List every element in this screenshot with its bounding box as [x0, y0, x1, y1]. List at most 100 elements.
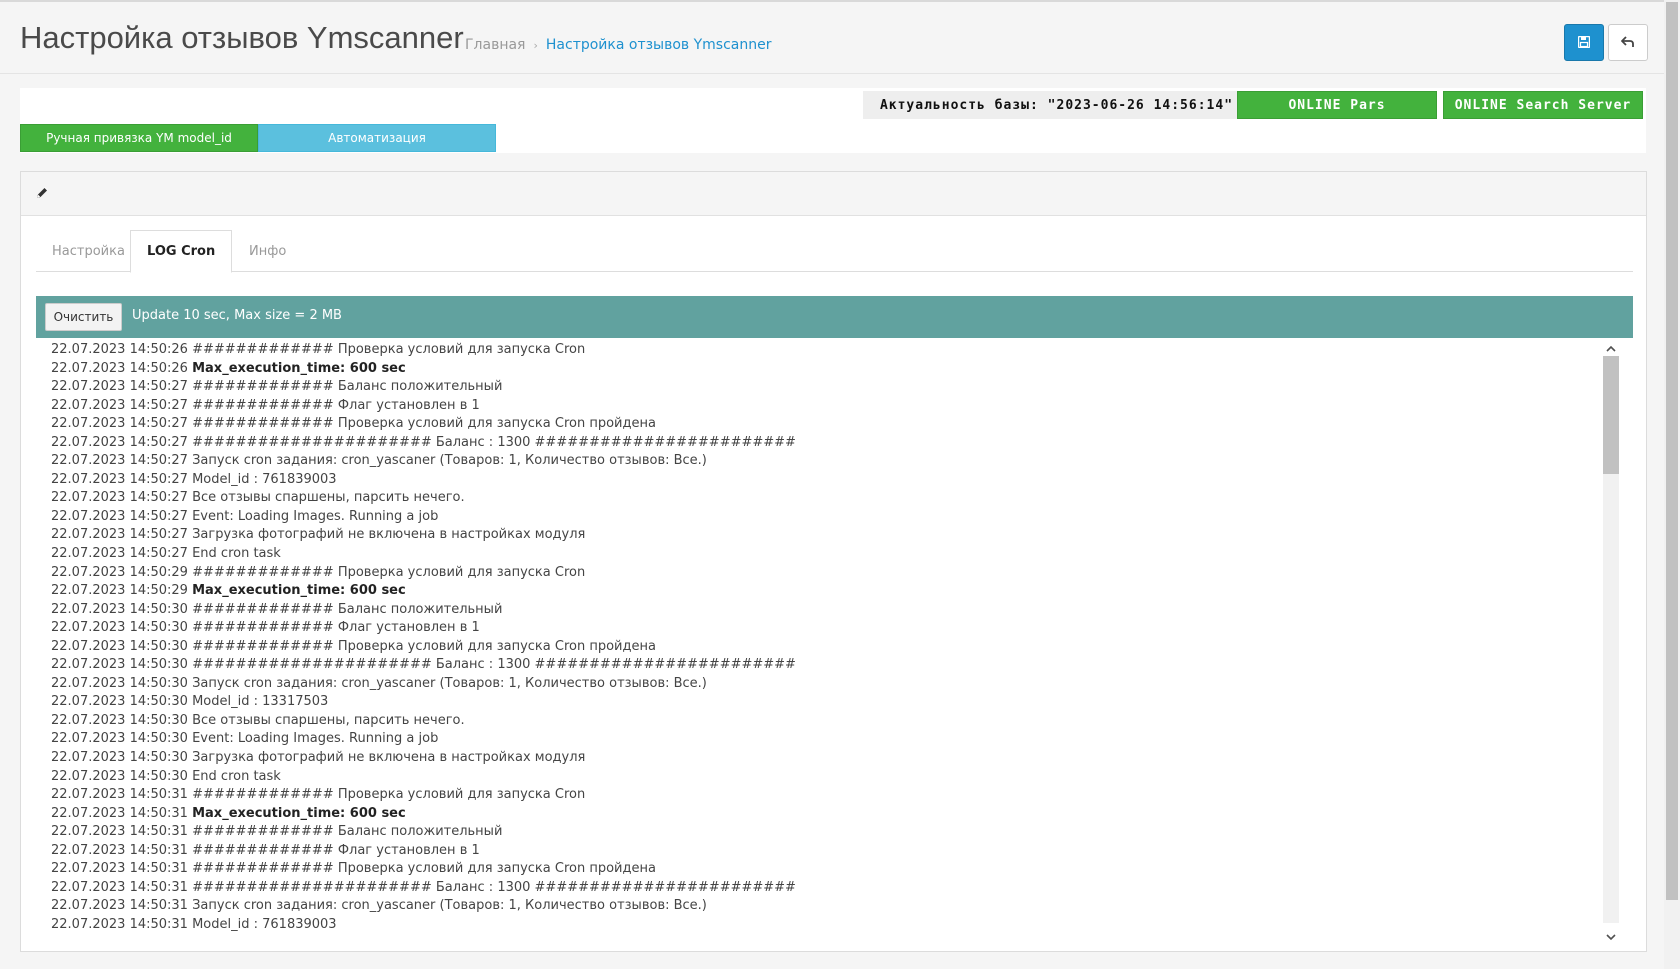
- log-line: 22.07.2023 14:50:27 ############# Флаг у…: [51, 397, 1591, 416]
- log-line-message: Event: Loading Images. Running a job: [192, 508, 439, 524]
- log-line-time: 22.07.2023 14:50:31: [51, 879, 188, 895]
- manual-binding-tab[interactable]: Ручная привязка YM model_id: [20, 124, 258, 152]
- log-line: 22.07.2023 14:50:27 Model_id : 761839003: [51, 471, 1591, 490]
- log-line-time: 22.07.2023 14:50:30: [51, 657, 188, 673]
- clear-log-button[interactable]: Очистить: [45, 303, 122, 331]
- log-line: 22.07.2023 14:50:29 ############# Провер…: [51, 564, 1591, 583]
- log-line-message: Model_id : 13317503: [192, 694, 329, 710]
- page-title: Настройка отзывов Ymscanner: [20, 20, 464, 55]
- log-line-message: Запуск cron задания: cron_yascaner (Това…: [192, 898, 707, 914]
- back-button[interactable]: [1608, 24, 1648, 61]
- log-line: 22.07.2023 14:50:31 ####################…: [51, 879, 1591, 898]
- log-line-message: ############# Баланс положительный: [192, 824, 503, 840]
- log-line: 22.07.2023 14:50:27 Запуск cron задания:…: [51, 452, 1591, 471]
- chevron-down-icon[interactable]: [1605, 928, 1617, 941]
- settings-panel: Настройка LOG Cron Инфо Очистить Update …: [20, 171, 1647, 952]
- log-line-message: Model_id : 761839003: [192, 916, 337, 932]
- log-line-time: 22.07.2023 14:50:27: [51, 527, 188, 543]
- log-line: 22.07.2023 14:50:29 Max_execution_time: …: [51, 582, 1591, 601]
- log-line: 22.07.2023 14:50:30 Запуск cron задания:…: [51, 675, 1591, 694]
- log-line: 22.07.2023 14:50:26 ############# Провер…: [51, 341, 1591, 360]
- pencil-icon: [35, 185, 49, 204]
- log-line: 22.07.2023 14:50:27 Все отзывы спаршены,…: [51, 489, 1591, 508]
- log-line-time: 22.07.2023 14:50:30: [51, 694, 188, 710]
- tab-settings[interactable]: Настройка: [36, 230, 141, 272]
- log-line-time: 22.07.2023 14:50:27: [51, 416, 188, 432]
- status-bar: Актуальность базы: "2023-06-26 14:56:14"…: [20, 88, 1646, 153]
- breadcrumb: Главная › Настройка отзывов Ymscanner: [465, 37, 772, 53]
- log-line: 22.07.2023 14:50:27 ####################…: [51, 434, 1591, 453]
- save-button[interactable]: [1564, 24, 1604, 61]
- log-line-message: Загрузка фотографий не включена в настро…: [192, 750, 586, 766]
- log-line: 22.07.2023 14:50:30 ############# Провер…: [51, 638, 1591, 657]
- log-line-message: Max_execution_time: 600 sec: [192, 360, 406, 376]
- log-line-message: ###################### Баланс : 1300 ###…: [192, 879, 796, 895]
- update-info-text: Update 10 sec, Max size = 2 MB: [132, 308, 342, 323]
- log-line-message: ###################### Баланс : 1300 ###…: [192, 434, 796, 450]
- panel-heading: [21, 172, 1646, 216]
- page-scrollbar[interactable]: [1664, 0, 1680, 969]
- tab-info[interactable]: Инфо: [233, 230, 302, 272]
- log-line: 22.07.2023 14:50:30 ####################…: [51, 656, 1591, 675]
- log-line: 22.07.2023 14:50:31 Max_execution_time: …: [51, 805, 1591, 824]
- log-line-message: ############# Флаг установлен в 1: [192, 397, 480, 413]
- scrollbar-thumb[interactable]: [1603, 356, 1619, 474]
- tab-bar: Настройка LOG Cron Инфо: [36, 230, 1633, 273]
- db-actuality-badge: Актуальность базы: "2023-06-26 14:56:14": [863, 91, 1250, 119]
- log-line-message: Max_execution_time: 600 sec: [192, 583, 406, 599]
- log-line-message: Запуск cron задания: cron_yascaner (Това…: [192, 453, 707, 469]
- chevron-up-icon[interactable]: [1605, 340, 1617, 352]
- automation-tab[interactable]: Автоматизация: [258, 124, 496, 152]
- breadcrumb-separator: ›: [533, 39, 538, 52]
- tab-log-cron[interactable]: LOG Cron: [130, 230, 233, 273]
- log-line-time: 22.07.2023 14:50:31: [51, 842, 188, 858]
- log-line: 22.07.2023 14:50:31 ############# Провер…: [51, 786, 1591, 805]
- log-line-message: ###################### Баланс : 1300 ###…: [192, 657, 796, 673]
- log-line-time: 22.07.2023 14:50:31: [51, 787, 188, 803]
- page-header: Настройка отзывов Ymscanner Главная › Наст…: [0, 2, 1664, 74]
- log-line: 22.07.2023 14:50:26 Max_execution_time: …: [51, 360, 1591, 379]
- log-line-time: 22.07.2023 14:50:31: [51, 916, 188, 932]
- online-pars-badge: ONLINE Pars: [1237, 91, 1437, 119]
- log-line-message: ############# Проверка условий для запус…: [192, 638, 656, 654]
- log-line-message: ############# Проверка условий для запус…: [192, 861, 656, 877]
- log-line-message: Event: Loading Images. Running a job: [192, 731, 439, 747]
- log-line-message: Загрузка фотографий не включена в настро…: [192, 527, 586, 543]
- log-line-time: 22.07.2023 14:50:30: [51, 638, 188, 654]
- log-line-message: End cron task: [192, 768, 281, 784]
- breadcrumb-home[interactable]: Главная: [465, 37, 525, 53]
- log-line: 22.07.2023 14:50:30 Model_id : 13317503: [51, 693, 1591, 712]
- log-line-message: ############# Флаг установлен в 1: [192, 842, 480, 858]
- log-line-time: 22.07.2023 14:50:30: [51, 601, 188, 617]
- log-scrollbar[interactable]: [1602, 340, 1620, 941]
- log-line: 22.07.2023 14:50:30 Загрузка фотографий …: [51, 749, 1591, 768]
- log-line-message: End cron task: [192, 546, 281, 562]
- log-line-time: 22.07.2023 14:50:27: [51, 453, 188, 469]
- log-line-time: 22.07.2023 14:50:31: [51, 824, 188, 840]
- log-line-time: 22.07.2023 14:50:31: [51, 805, 188, 821]
- log-toolbar: Очистить Update 10 sec, Max size = 2 MB: [36, 296, 1633, 338]
- log-line-message: ############# Проверка условий для запус…: [192, 416, 656, 432]
- log-line-message: ############# Проверка условий для запус…: [192, 564, 586, 580]
- log-line-time: 22.07.2023 14:50:30: [51, 712, 188, 728]
- log-line-time: 22.07.2023 14:50:26: [51, 342, 188, 357]
- breadcrumb-current[interactable]: Настройка отзывов Ymscanner: [546, 37, 772, 53]
- log-line-message: Model_id : 761839003: [192, 471, 337, 487]
- log-line: 22.07.2023 14:50:30 Event: Loading Image…: [51, 730, 1591, 749]
- log-line-time: 22.07.2023 14:50:26: [51, 360, 188, 376]
- log-line: 22.07.2023 14:50:27 Event: Loading Image…: [51, 508, 1591, 527]
- log-output[interactable]: 22.07.2023 14:50:26 ############# Провер…: [36, 338, 1633, 941]
- log-line-time: 22.07.2023 14:50:27: [51, 508, 188, 524]
- floppy-disk-icon: [1577, 33, 1591, 52]
- log-line: 22.07.2023 14:50:27 ############# Баланс…: [51, 378, 1591, 397]
- log-line-time: 22.07.2023 14:50:27: [51, 490, 188, 506]
- page-scrollbar-thumb[interactable]: [1666, 2, 1678, 900]
- log-line-time: 22.07.2023 14:50:31: [51, 898, 188, 914]
- log-line: 22.07.2023 14:50:27 ############# Провер…: [51, 415, 1591, 434]
- log-line-message: ############# Проверка условий для запус…: [192, 787, 586, 803]
- log-line-message: Запуск cron задания: cron_yascaner (Това…: [192, 675, 707, 691]
- log-line: 22.07.2023 14:50:30 ############# Флаг у…: [51, 619, 1591, 638]
- log-line-time: 22.07.2023 14:50:29: [51, 583, 188, 599]
- log-line: 22.07.2023 14:50:31 Model_id : 761839003: [51, 916, 1591, 935]
- log-line-message: Все отзывы спаршены, парсить нечего.: [192, 712, 465, 728]
